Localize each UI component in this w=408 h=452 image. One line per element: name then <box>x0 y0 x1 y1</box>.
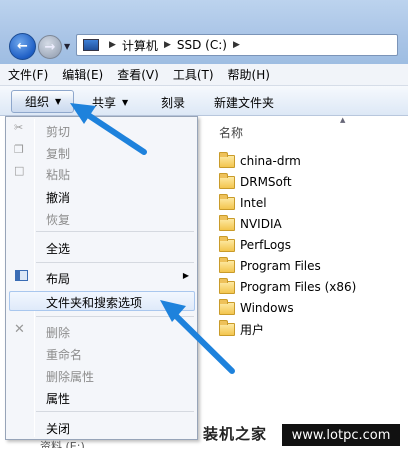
breadcrumb-computer[interactable]: 计算机 <box>122 37 158 54</box>
menu-item-redo[interactable]: 恢复 <box>46 211 70 228</box>
command-bar: 组织 ▼ 共享 ▼ 刻录 新建文件夹 <box>0 86 408 116</box>
back-button[interactable]: ← <box>9 33 36 60</box>
menu-separator <box>36 411 194 412</box>
new-folder-button[interactable]: 新建文件夹 <box>214 92 274 112</box>
menu-edit[interactable]: 编辑(E) <box>62 66 103 83</box>
menu-separator <box>36 231 194 232</box>
menu-item-close[interactable]: 关闭 <box>46 420 70 437</box>
menu-tools[interactable]: 工具(T) <box>173 66 214 83</box>
menu-gutter <box>34 119 35 437</box>
list-item-name: china-drm <box>240 154 301 168</box>
share-label: 共享 <box>92 95 117 110</box>
menu-item-undo[interactable]: 撤消 <box>46 189 70 206</box>
breadcrumb-drive[interactable]: SSD (C:) <box>177 38 227 52</box>
new-folder-label: 新建文件夹 <box>214 95 275 110</box>
list-item-name: 用户 <box>240 322 265 337</box>
drive-item-partial[interactable]: 资料 (E:) <box>40 438 85 448</box>
arrow-right-icon: → <box>44 39 56 55</box>
dropdown-arrow-icon: ▼ <box>55 97 62 106</box>
menu-item-delete[interactable]: 删除 <box>46 324 70 341</box>
list-item-name: NVIDIA <box>240 217 282 231</box>
menu-item-paste[interactable]: 粘贴 <box>46 166 70 183</box>
menu-view[interactable]: 查看(V) <box>117 66 159 83</box>
list-item[interactable]: china-drm <box>219 151 301 170</box>
title-bar: ← → ▼ ▶ 计算机 ▶ SSD (C:) ▶ <box>0 0 408 64</box>
list-item[interactable]: DRMSoft <box>219 172 292 191</box>
folder-icon <box>219 235 235 252</box>
menu-separator <box>36 262 194 263</box>
share-button[interactable]: 共享 ▼ <box>92 92 128 112</box>
list-item[interactable]: Intel <box>219 193 267 212</box>
list-item[interactable]: NVIDIA <box>219 214 282 233</box>
arrow-left-icon: ← <box>17 39 28 54</box>
menu-item-layout[interactable]: 布局 <box>46 270 70 287</box>
list-item[interactable]: Program Files (x86) <box>219 277 357 296</box>
list-item[interactable]: Windows <box>219 298 294 317</box>
dropdown-arrow-icon: ▼ <box>122 97 129 107</box>
breadcrumb-chevron-icon[interactable]: ▶ <box>109 40 116 50</box>
recent-pages-chevron-icon[interactable]: ▼ <box>64 42 70 51</box>
list-item-name: Windows <box>240 301 294 315</box>
breadcrumb-chevron-icon[interactable]: ▶ <box>164 40 171 50</box>
menu-bar: 文件(F) 编辑(E) 查看(V) 工具(T) 帮助(H) <box>0 64 408 86</box>
sort-up-icon: ▲ <box>340 116 346 124</box>
breadcrumb-chevron-icon[interactable]: ▶ <box>233 40 240 50</box>
list-item[interactable]: 用户 <box>219 319 265 338</box>
watermark-site-name: 装机之家 <box>203 425 268 443</box>
list-item-name: Program Files (x86) <box>240 280 357 294</box>
folder-icon <box>219 193 235 210</box>
forward-button[interactable]: → <box>38 35 62 59</box>
organize-button[interactable]: 组织 ▼ <box>11 90 74 113</box>
list-item-name: Intel <box>240 196 267 210</box>
address-bar[interactable]: ▶ 计算机 ▶ SSD (C:) ▶ <box>76 34 398 56</box>
list-item-name: PerfLogs <box>240 238 292 252</box>
submenu-arrow-icon: ▶ <box>182 271 189 280</box>
organize-menu: ✂ 剪切 ❐ 复制 □ 粘贴 撤消 恢复 全选 布局 ▶ 文件夹和搜索选项 ✕ … <box>5 116 198 440</box>
column-header-name[interactable]: 名称 <box>219 124 243 141</box>
folder-icon <box>219 319 235 336</box>
menu-item-folder-options[interactable]: 文件夹和搜索选项 <box>46 294 142 311</box>
menu-item-select-all[interactable]: 全选 <box>46 240 70 257</box>
computer-icon <box>83 39 99 51</box>
scissors-icon: ✂ <box>14 121 24 134</box>
folder-icon <box>219 256 235 273</box>
delete-x-icon: ✕ <box>14 322 25 337</box>
burn-button[interactable]: 刻录 <box>161 92 185 112</box>
folder-icon <box>219 277 235 294</box>
watermark-url: www.lotpc.com <box>282 424 400 446</box>
menu-item-rename[interactable]: 重命名 <box>46 346 82 363</box>
list-item-name: Program Files <box>240 259 321 273</box>
menu-separator <box>36 316 194 317</box>
menu-help[interactable]: 帮助(H) <box>228 66 270 83</box>
burn-label: 刻录 <box>161 95 186 110</box>
menu-file[interactable]: 文件(F) <box>8 66 48 83</box>
menu-item-remove-properties[interactable]: 删除属性 <box>46 368 94 385</box>
folder-icon <box>219 214 235 231</box>
list-item[interactable]: Program Files <box>219 256 321 275</box>
folder-icon <box>219 151 235 168</box>
folder-icon <box>219 298 235 315</box>
organize-label: 组织 <box>25 95 50 109</box>
menu-item-copy[interactable]: 复制 <box>46 145 70 162</box>
menu-item-properties[interactable]: 属性 <box>46 390 70 407</box>
menu-item-cut[interactable]: 剪切 <box>46 123 70 140</box>
folder-icon <box>219 172 235 189</box>
list-item[interactable]: PerfLogs <box>219 235 292 254</box>
layout-icon <box>15 270 28 281</box>
clipboard-icon: □ <box>14 164 25 177</box>
copy-icon: ❐ <box>14 143 24 156</box>
list-item-name: DRMSoft <box>240 175 292 189</box>
